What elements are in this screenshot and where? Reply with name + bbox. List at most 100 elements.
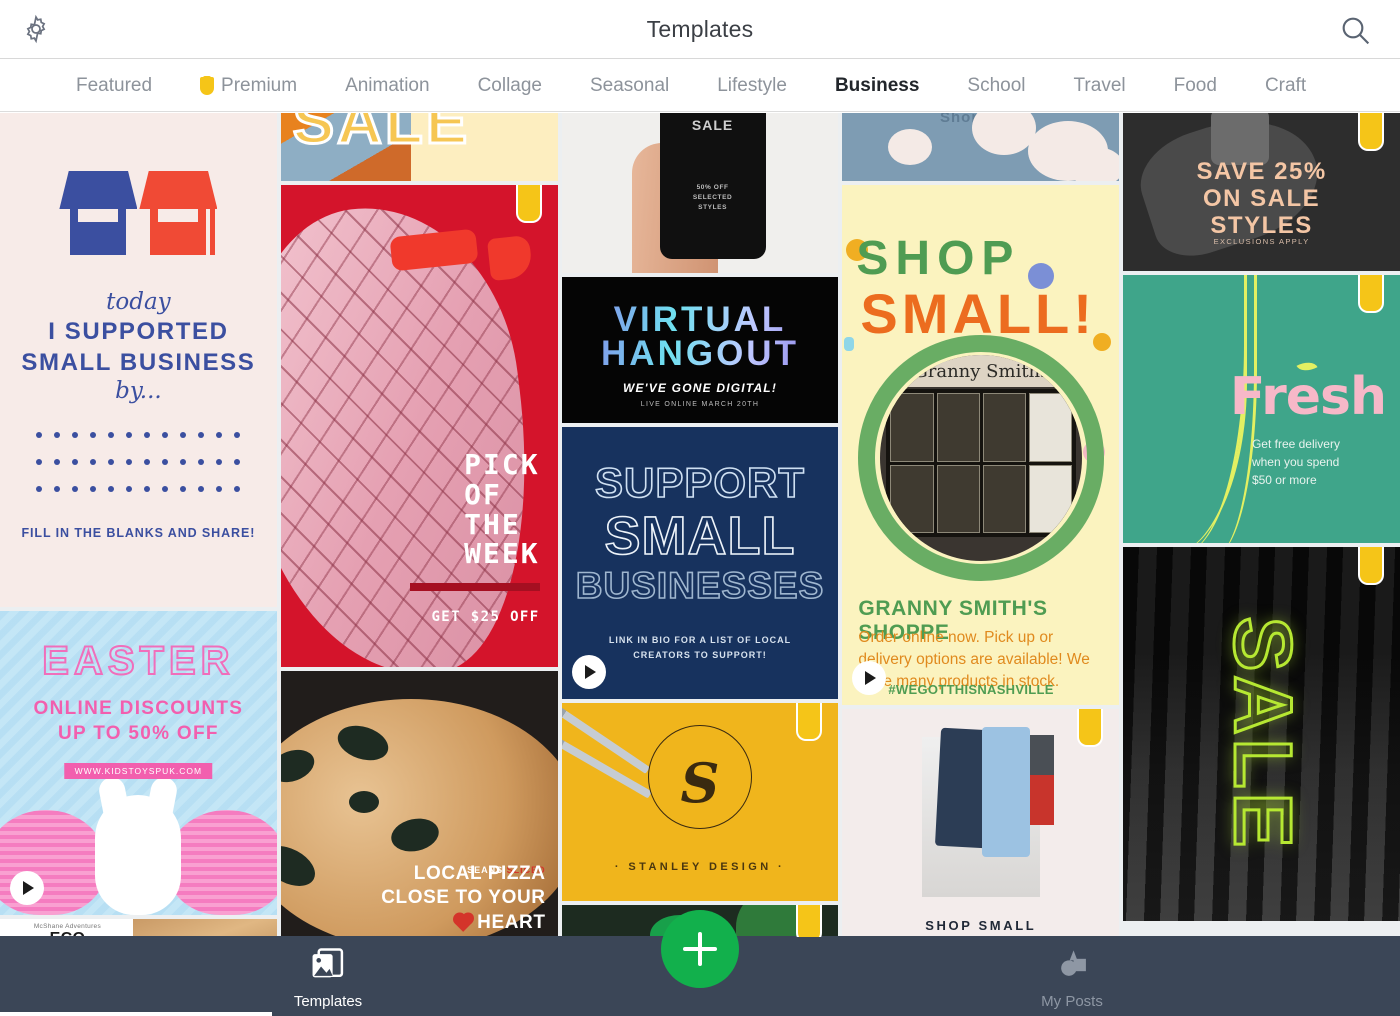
tab-premium[interactable]: Premium (176, 75, 321, 97)
small-business-line1: I SUPPORTED (48, 318, 229, 345)
premium-badge-icon (1357, 547, 1384, 585)
support-line3: BUSINESSES (575, 564, 825, 607)
easter-subtitle: ONLINE DISCOUNTS UP TO 50% OFF (33, 698, 244, 744)
easter-title: EASTER (41, 638, 235, 684)
premium-badge-icon (796, 905, 823, 937)
template-card-save-25[interactable]: SAVE 25% ON SALE STYLES EXCLUSIONS APPLY (1123, 113, 1400, 271)
blank-lines-decoration (36, 432, 241, 493)
tab-school[interactable]: School (943, 75, 1049, 97)
user-posts-icon (1061, 950, 1086, 976)
fresh-title: Fresh (1229, 367, 1387, 427)
shop-sign: Granny Smiths (880, 355, 1083, 387)
nav-item-my-posts[interactable]: My Posts (992, 948, 1152, 1010)
jeans-line1: SHOP SMALL (925, 918, 1037, 933)
easter-url: WWW.KIDSTOYSPUK.COM (64, 763, 213, 779)
stanley-caption: · STANLEY DESIGN · (614, 861, 786, 873)
tab-business[interactable]: Business (811, 75, 943, 97)
tab-label: Animation (345, 74, 430, 96)
image-templates-icon (312, 948, 344, 978)
save-title: SAVE 25% ON SALE STYLES (1196, 158, 1327, 239)
pizza-line3: HEART (477, 911, 546, 933)
virtual-hangout-date: LIVE ONLINE MARCH 20TH (640, 401, 760, 408)
template-card-eco-tours[interactable]: McShane Adventures ECO FRIENDLY WALKING … (0, 919, 277, 937)
pizza-line1: LOCAL PIZZA (413, 863, 546, 885)
tab-animation[interactable]: Animation (321, 75, 454, 97)
shoe-accent-2 (486, 234, 533, 282)
template-card-virtual-hangout[interactable]: VIRTUAL HANGOUT WE'VE GONE DIGITAL! LIVE… (561, 277, 839, 423)
pencils-photo (561, 703, 658, 799)
tab-travel[interactable]: Travel (1050, 75, 1150, 97)
tab-food[interactable]: Food (1150, 75, 1241, 97)
premium-badge-icon (515, 185, 542, 223)
template-card-pick-of-week[interactable]: PICK OF THE WEEK GET $25 OFF (280, 185, 558, 667)
tab-seasonal[interactable]: Seasonal (566, 75, 693, 97)
eco-photo (132, 919, 277, 937)
dot-decoration (844, 337, 855, 351)
premium-badge-icon (1077, 709, 1104, 747)
virtual-hangout-title: VIRTUAL HANGOUT (562, 302, 839, 371)
tab-label: Premium (221, 74, 298, 96)
play-icon[interactable] (571, 655, 606, 689)
phone-mockup: SALE 50% OFF SELECTED STYLES (659, 113, 766, 259)
premium-shield-icon (200, 75, 215, 95)
tab-label: Seasonal (590, 74, 670, 96)
tab-craft[interactable]: Craft (1241, 75, 1330, 97)
search-icon[interactable] (1336, 11, 1374, 49)
template-card-blossom[interactable]: Shop Sale (842, 113, 1120, 181)
tab-collage[interactable]: Collage (454, 75, 566, 97)
nav-label-templates: Templates (293, 993, 363, 1010)
nav-item-templates[interactable]: Templates (248, 948, 408, 1010)
small-business-script: today (106, 289, 171, 315)
tab-lifestyle[interactable]: Lifestyle (693, 75, 811, 97)
small-business-line2: SMALL BUSINESS (21, 348, 256, 376)
heart-icon (454, 913, 473, 932)
template-card-support-small[interactable]: SUPPORT SMALL BUSINESSES LINK IN BIO FOR… (561, 427, 839, 699)
shop-small-line1: SHOP (856, 232, 1021, 285)
grid-column-5: SAVE 25% ON SALE STYLES EXCLUSIONS APPLY… (1123, 113, 1400, 937)
fresh-body: Get free delivery when you spend $50 or … (1251, 437, 1340, 487)
bunny-icon (95, 775, 182, 915)
category-tab-bar[interactable]: Featured Premium Animation Collage Seaso… (0, 60, 1400, 112)
premium-badge-icon (1357, 275, 1384, 313)
tab-label: School (967, 74, 1026, 96)
tab-featured[interactable]: Featured (52, 75, 176, 97)
template-card-jeans-shop-small[interactable]: SHOP SMALL Think big (842, 709, 1120, 937)
grid-column-3: SALE 50% OFF SELECTED STYLES VIRTUAL HAN… (561, 113, 839, 937)
grid-column-4: Shop Sale SHOP SMALL! Granny Smiths (842, 113, 1120, 937)
template-grid[interactable]: today I SUPPORTED SMALL BUSINESS by... F… (0, 113, 1400, 937)
tab-label: Craft (1264, 74, 1307, 96)
phone-sale-body: 50% OFF SELECTED STYLES (692, 184, 733, 211)
page-title: Templates (646, 15, 754, 42)
template-card-small-business[interactable]: today I SUPPORTED SMALL BUSINESS by... F… (0, 113, 277, 607)
template-card-phone-sale[interactable]: SALE 50% OFF SELECTED STYLES (561, 113, 839, 273)
tab-label: Food (1173, 74, 1217, 96)
gear-icon[interactable] (18, 11, 54, 47)
save-subtitle: EXCLUSIONS APPLY (1213, 237, 1310, 246)
template-card-fresh[interactable]: Fresh Get free delivery when you spend $… (1123, 275, 1400, 543)
storefront-icon (59, 171, 218, 255)
template-card-local-pizza[interactable]: SEANS SLICED LOCAL PIZZA CLOSE TO YOUR H… (280, 671, 558, 937)
stanley-monogram: S (680, 751, 720, 815)
premium-badge-icon (1357, 113, 1384, 151)
neon-sale-title: SALE (1215, 615, 1309, 853)
nav-label-my-posts: My Posts (1041, 993, 1103, 1010)
template-card-sale-top[interactable]: SALE (280, 113, 558, 181)
horizontal-scrollbar[interactable] (0, 1012, 272, 1016)
small-business-footer: FILL IN THE BLANKS AND SHARE! (21, 526, 256, 541)
support-line1: SUPPORT (594, 458, 805, 507)
tab-label: Lifestyle (717, 74, 787, 96)
pizza-line2: CLOSE TO YOUR (381, 887, 546, 909)
template-card-neon-sale[interactable]: SALE (1123, 547, 1400, 921)
create-button[interactable] (661, 910, 739, 988)
play-icon[interactable] (10, 871, 44, 905)
template-card-shop-small[interactable]: SHOP SMALL! Granny Smiths GRANNY SMITH'S… (842, 185, 1120, 705)
grid-column-2: SALE PICK OF THE WEEK GET $25 OFF SEANS … (280, 113, 558, 937)
shop-small-hashtag: #WEGOTTHISNASHVILLE (888, 682, 1054, 697)
small-business-script2: by... (115, 378, 162, 405)
divider (409, 583, 540, 591)
template-card-stanley-design[interactable]: S · STANLEY DESIGN · (561, 703, 839, 901)
support-line2: SMALL (604, 505, 796, 567)
eco-brand: McShane Adventures (33, 923, 102, 930)
virtual-hangout-subtitle: WE'VE GONE DIGITAL! (622, 381, 778, 395)
template-card-easter[interactable]: EASTER ONLINE DISCOUNTS UP TO 50% OFF WW… (0, 611, 277, 915)
